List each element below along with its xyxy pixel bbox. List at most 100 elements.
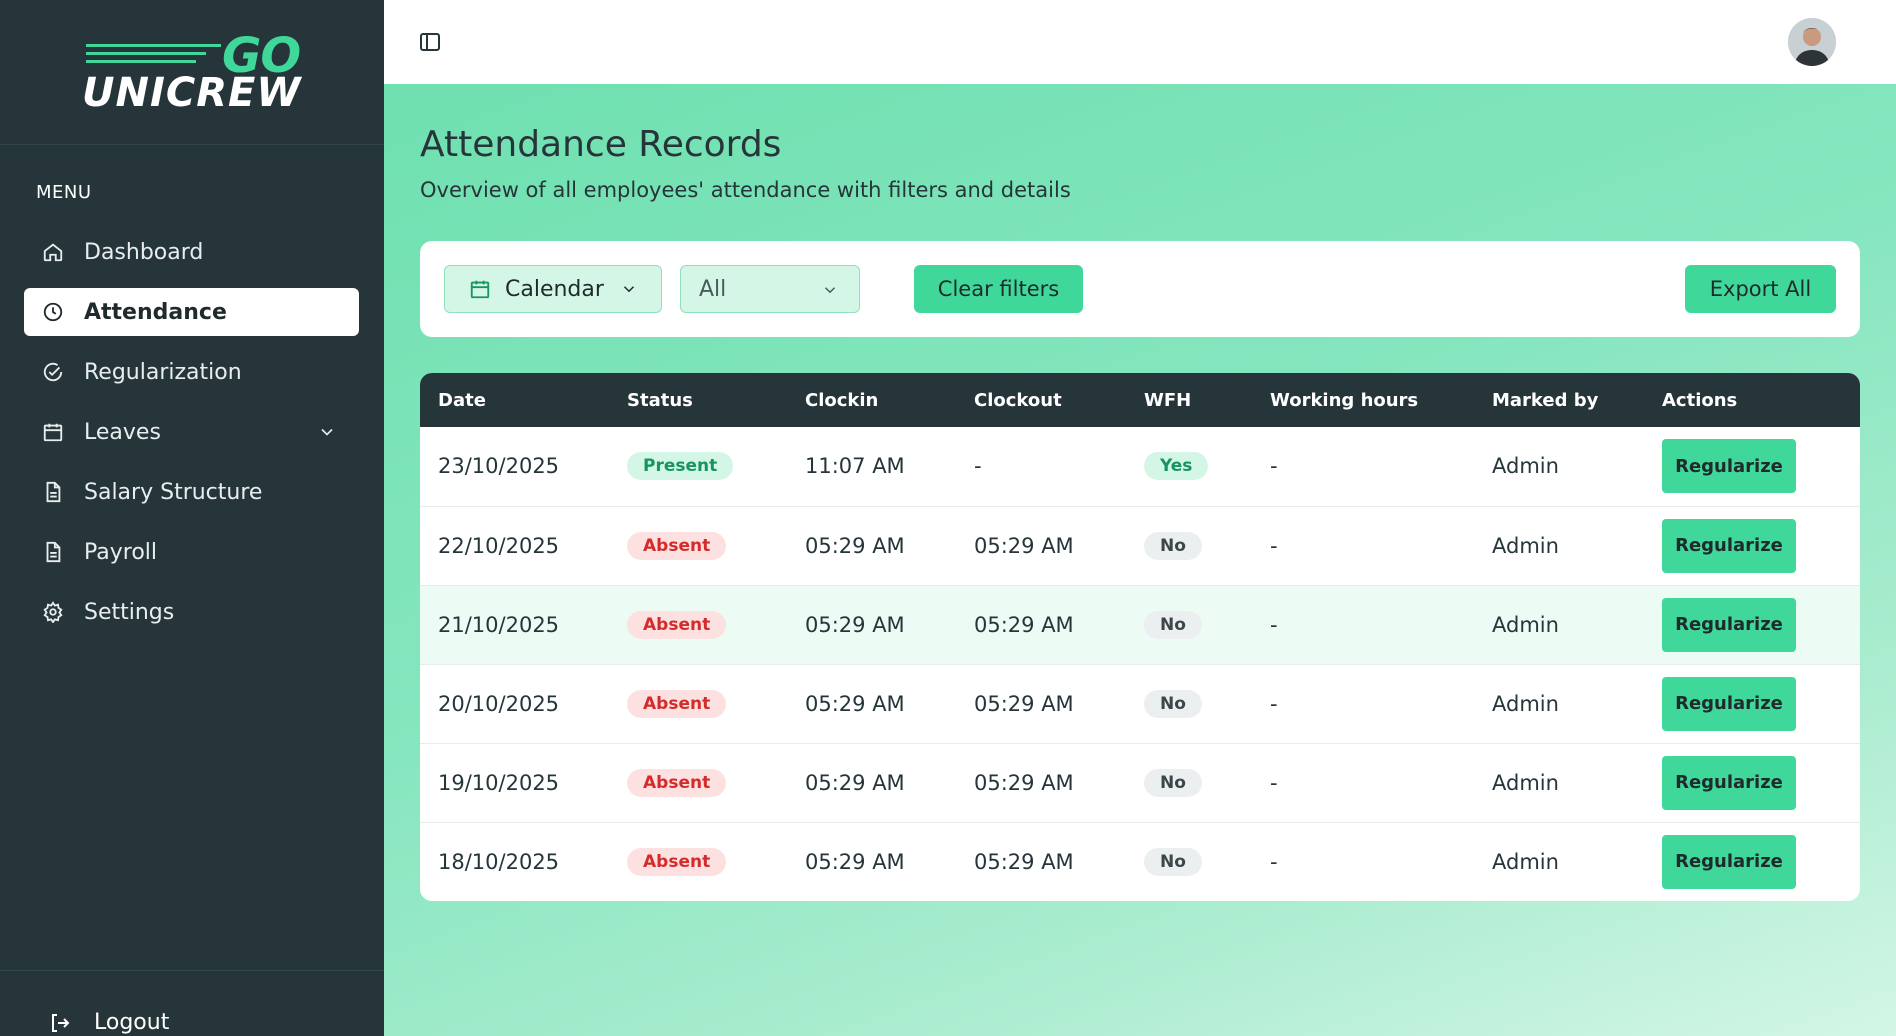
clock-icon (42, 301, 64, 323)
page-title: Attendance Records (420, 124, 782, 165)
cell-marked-by: Admin (1492, 454, 1559, 479)
cell-clockin: 05:29 AM (805, 770, 905, 795)
table-row: 21/10/2025 Absent 05:29 AM 05:29 AM No -… (420, 585, 1860, 664)
regularize-button[interactable]: Regularize (1662, 597, 1796, 652)
wfh-badge: Yes (1144, 452, 1209, 481)
regularize-button[interactable]: Regularize (1662, 755, 1796, 810)
sidebar-toggle-icon[interactable] (418, 30, 442, 54)
sidebar-nav: Dashboard Attendance Regularization Leav… (24, 228, 359, 648)
wfh-badge: No (1144, 847, 1202, 876)
column-header-clockin: Clockin (805, 389, 879, 411)
regularize-button[interactable]: Regularize (1662, 439, 1796, 494)
document-icon (42, 481, 64, 503)
cell-clockin: 05:29 AM (805, 849, 905, 874)
user-avatar[interactable] (1788, 18, 1836, 66)
cell-working-hours: - (1270, 849, 1278, 874)
sidebar-item-salary-structure[interactable]: Salary Structure (24, 468, 359, 516)
calendar-filter-label: Calendar (505, 276, 604, 302)
top-bar (384, 0, 1896, 84)
brand-logo[interactable]: GO UNICREW (0, 0, 384, 145)
cell-date: 23/10/2025 (438, 454, 560, 479)
cell-date: 18/10/2025 (438, 849, 560, 874)
logo-speed-lines (86, 44, 221, 68)
regularize-button[interactable]: Regularize (1662, 518, 1796, 573)
chevron-down-icon (824, 287, 836, 294)
sidebar-item-dashboard[interactable]: Dashboard (24, 228, 359, 276)
status-badge: Absent (627, 531, 727, 560)
sidebar: GO UNICREW MENU Dashboard Attendance Reg… (0, 0, 384, 1036)
table-header-row: Date Status Clockin Clockout WFH Working… (420, 373, 1860, 427)
cell-date: 19/10/2025 (438, 770, 560, 795)
cell-clockout: 05:29 AM (974, 533, 1074, 558)
cell-clockin: 05:29 AM (805, 612, 905, 637)
cell-clockout: 05:29 AM (974, 770, 1074, 795)
status-badge: Absent (627, 689, 727, 718)
cell-clockout: 05:29 AM (974, 691, 1074, 716)
cell-clockin: 05:29 AM (805, 691, 905, 716)
attendance-table: Date Status Clockin Clockout WFH Working… (420, 373, 1860, 901)
column-header-status: Status (627, 389, 693, 411)
regularize-button[interactable]: Regularize (1662, 676, 1796, 731)
status-badge: Present (627, 452, 734, 481)
main-content: Attendance Records Overview of all emplo… (384, 84, 1896, 1036)
cell-marked-by: Admin (1492, 533, 1559, 558)
regularize-button[interactable]: Regularize (1662, 834, 1796, 889)
logout-button[interactable]: Logout (48, 1010, 169, 1035)
sidebar-item-label: Regularization (84, 359, 242, 385)
table-row: 19/10/2025 Absent 05:29 AM 05:29 AM No -… (420, 743, 1860, 822)
cell-clockout: 05:29 AM (974, 849, 1074, 874)
logout-label: Logout (94, 1010, 170, 1035)
column-header-clockout: Clockout (974, 389, 1062, 411)
sidebar-item-label: Settings (84, 599, 175, 625)
cell-clockout: 05:29 AM (974, 612, 1074, 637)
status-badge: Absent (627, 847, 727, 876)
table-row: 22/10/2025 Absent 05:29 AM 05:29 AM No -… (420, 506, 1860, 585)
cell-clockin: 05:29 AM (805, 533, 905, 558)
gear-icon (42, 601, 64, 623)
calendar-icon (470, 280, 490, 299)
page-subtitle: Overview of all employees' attendance wi… (420, 178, 1071, 202)
export-all-button[interactable]: Export All (1685, 265, 1836, 313)
cell-marked-by: Admin (1492, 612, 1559, 637)
chevron-down-icon (623, 286, 634, 293)
wfh-badge: No (1144, 610, 1202, 639)
cell-working-hours: - (1270, 691, 1278, 716)
calendar-filter-button[interactable]: Calendar (444, 265, 662, 313)
table-row: 18/10/2025 Absent 05:29 AM 05:29 AM No -… (420, 822, 1860, 901)
column-header-actions: Actions (1662, 389, 1738, 411)
sidebar-item-label: Dashboard (84, 239, 204, 265)
table-row: 20/10/2025 Absent 05:29 AM 05:29 AM No -… (420, 664, 1860, 743)
sidebar-item-leaves[interactable]: Leaves (24, 408, 359, 456)
cell-clockin: 11:07 AM (805, 454, 905, 479)
status-badge: Absent (627, 610, 727, 639)
status-filter-value: All (699, 276, 727, 302)
column-header-working-hours: Working hours (1270, 389, 1419, 411)
check-circle-icon (42, 361, 64, 383)
calendar-icon (42, 421, 64, 443)
sidebar-item-regularization[interactable]: Regularization (24, 348, 359, 396)
cell-working-hours: - (1270, 770, 1278, 795)
chevron-down-icon[interactable] (317, 422, 337, 442)
clear-filters-button[interactable]: Clear filters (914, 265, 1083, 313)
cell-date: 22/10/2025 (438, 533, 560, 558)
status-filter-select[interactable]: All (680, 265, 860, 313)
wfh-badge: No (1144, 531, 1202, 560)
sidebar-item-attendance[interactable]: Attendance (24, 288, 359, 336)
cell-date: 20/10/2025 (438, 691, 560, 716)
status-badge: Absent (627, 768, 727, 797)
logo-unicrew-text: UNICREW (82, 70, 302, 116)
wfh-badge: No (1144, 689, 1202, 718)
column-header-wfh: WFH (1144, 389, 1192, 411)
document-icon (42, 541, 64, 563)
cell-marked-by: Admin (1492, 770, 1559, 795)
cell-date: 21/10/2025 (438, 612, 560, 637)
logout-icon (52, 1013, 70, 1032)
sidebar-item-settings[interactable]: Settings (24, 588, 359, 636)
cell-working-hours: - (1270, 612, 1278, 637)
wfh-badge: No (1144, 768, 1202, 797)
sidebar-item-payroll[interactable]: Payroll (24, 528, 359, 576)
home-icon (42, 241, 64, 263)
cell-clockout: - (974, 454, 982, 479)
sidebar-item-label: Salary Structure (84, 479, 263, 505)
column-header-marked-by: Marked by (1492, 389, 1599, 411)
